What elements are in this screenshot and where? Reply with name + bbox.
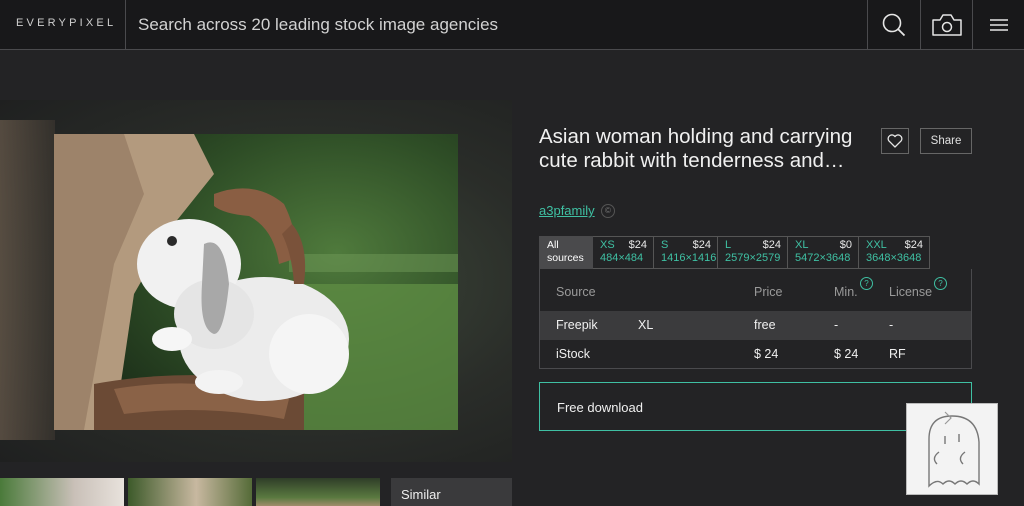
row-min: $ 24 xyxy=(834,347,859,361)
row-source: Freepik xyxy=(556,318,598,332)
tab-all-sources[interactable]: All sources xyxy=(539,236,593,269)
camera-search-button[interactable] xyxy=(920,0,972,49)
top-bar: EVERYPIXEL xyxy=(0,0,1024,50)
row-license: - xyxy=(889,318,894,332)
tab-size-xxl[interactable]: XXL $24 3648×3648 xyxy=(859,236,930,269)
search-icon xyxy=(882,13,906,36)
size-price: $24 xyxy=(692,239,711,251)
size-dims: 2579×2579 xyxy=(725,252,781,264)
tab-all-sublabel: sources xyxy=(547,252,584,264)
search-button[interactable] xyxy=(867,0,920,49)
size-price: $24 xyxy=(904,239,923,251)
row-min: - xyxy=(834,318,839,332)
thumbnail[interactable] xyxy=(128,478,252,506)
tab-size-l[interactable]: L $24 2579×2579 xyxy=(718,236,788,269)
row-size: XL xyxy=(638,318,654,332)
share-button[interactable]: Share xyxy=(920,128,972,154)
row-license: RF xyxy=(889,347,906,361)
header-source: Source xyxy=(556,285,596,299)
menu-button[interactable] xyxy=(972,0,1024,49)
header-price: Price xyxy=(754,285,783,299)
size-dims: 5472×3648 xyxy=(795,252,851,264)
help-icon[interactable]: ? xyxy=(860,277,873,290)
tab-all-label: All xyxy=(547,239,559,251)
size-price: $24 xyxy=(762,239,781,251)
favorite-button[interactable] xyxy=(881,128,909,154)
row-source: iStock xyxy=(556,347,591,361)
ghost-icon xyxy=(928,411,980,488)
size-label: XL xyxy=(795,239,809,251)
header-license: License xyxy=(889,285,933,299)
size-label: XS xyxy=(600,239,615,251)
search-input[interactable] xyxy=(126,0,867,49)
author-link[interactable]: a3pfamily xyxy=(539,203,595,218)
row-price: free xyxy=(754,318,776,332)
size-dims: 1416×1416 xyxy=(661,252,717,264)
size-label: XXL xyxy=(866,239,887,251)
image-title: Asian woman holding and carrying cute ra… xyxy=(539,125,853,172)
size-price: $0 xyxy=(839,239,852,251)
size-label: L xyxy=(725,239,732,251)
thumbnail[interactable] xyxy=(0,478,124,506)
tab-size-xl[interactable]: XL $0 5472×3648 xyxy=(788,236,859,269)
similar-button[interactable]: Similar xyxy=(391,478,512,506)
table-row[interactable]: iStock $ 24 $ 24 RF xyxy=(540,340,971,369)
camera-icon xyxy=(931,13,962,36)
header-min: Min. xyxy=(834,285,858,299)
rabbit-photo xyxy=(54,134,458,430)
table-row[interactable]: Freepik XL free - - xyxy=(540,311,971,340)
row-price: $ 24 xyxy=(754,347,779,361)
size-dims: 3648×3648 xyxy=(866,252,922,264)
help-icon[interactable]: ? xyxy=(934,277,947,290)
thumbnail[interactable] xyxy=(256,478,380,506)
size-label: S xyxy=(661,239,669,251)
heart-icon xyxy=(887,134,903,148)
size-dims: 484×484 xyxy=(600,252,644,264)
menu-icon xyxy=(989,18,1008,31)
main-photo[interactable] xyxy=(54,134,458,430)
size-tabs: All sources XS $24 484×484 S $24 1416×1416… xyxy=(539,236,930,269)
ghost-sticker[interactable] xyxy=(906,403,998,495)
logo[interactable]: EVERYPIXEL xyxy=(16,17,116,29)
tab-size-s[interactable]: S $24 1416×1416 xyxy=(654,236,718,269)
tab-size-xs[interactable]: XS $24 484×484 xyxy=(593,236,654,269)
copyright-icon: © xyxy=(601,204,615,218)
size-price: $24 xyxy=(628,239,647,251)
sources-table: Source Price Min. ? License ? Freepik XL… xyxy=(539,269,972,369)
